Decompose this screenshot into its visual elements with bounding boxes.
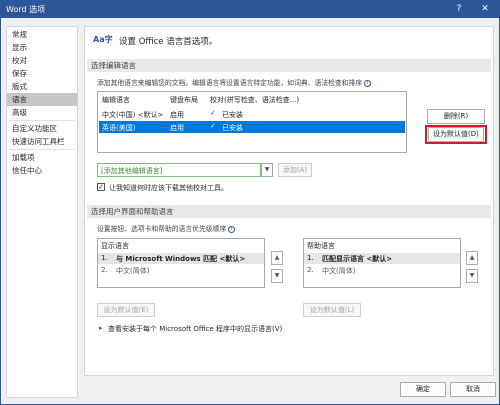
row-keyboard: 启用 [170, 111, 184, 119]
sidebar-item-addins[interactable]: 加载项 [7, 151, 77, 164]
display-description: 设置按钮、选项卡和帮助的语言优先级顺序 i [97, 223, 236, 233]
sidebar-item-proofing[interactable]: 校对 [7, 54, 77, 67]
help-list-header: 帮助语言 [307, 242, 335, 250]
list-item-number: 1. [101, 254, 108, 262]
sidebar: 常规 显示 校对 保存 版式 语言 高级 自定义功能区 快速访问工具栏 加载项 … [6, 26, 78, 398]
list-item[interactable]: 2. 中文(简体) [304, 265, 460, 276]
proofing-check-icon: ✓ [210, 109, 216, 117]
set-default-editing-button[interactable]: 设为默认值(D) [428, 127, 484, 142]
list-item-number: 1. [307, 254, 314, 262]
list-item-number: 2. [101, 266, 108, 274]
sidebar-item-trust-center[interactable]: 信任中心 [7, 164, 77, 177]
editing-description: 添加其他语言来编辑您的文档。编辑语言将设置语言特定功能，如词典、语法检查和排序 … [97, 77, 489, 87]
view-display-languages-link[interactable]: 查看安装于每个 Microsoft Office 程序中的显示语言(V) [108, 324, 282, 334]
row-proofing: 已安装 [222, 124, 243, 132]
add-language-button[interactable]: 添加(A) [278, 163, 312, 177]
content-panel: Aa字 设置 Office 语言首选项。 选择编辑语言 添加其他语言来编辑您的文… [84, 26, 494, 376]
sidebar-item-save[interactable]: 保存 [7, 67, 77, 80]
proofing-check-icon: ✓ [210, 122, 216, 130]
download-proofing-label: 让我知道何时应该下载其他校对工具。 [109, 184, 228, 192]
sidebar-item-advanced[interactable]: 高级 [7, 106, 77, 119]
row-proofing: 已安装 [222, 111, 243, 119]
title-bar [0, 0, 500, 18]
page-title: 设置 Office 语言首选项。 [119, 37, 218, 47]
list-item-number: 2. [307, 266, 314, 274]
table-row-selected[interactable]: 英语(美国) 启用 ✓ 已安装 [99, 121, 405, 133]
list-item-label: 匹配显示语言 <默认> [322, 255, 393, 263]
info-icon[interactable]: i [364, 79, 372, 87]
move-down-display-button[interactable]: ▼ [271, 269, 283, 283]
sidebar-item-display[interactable]: 显示 [7, 41, 77, 54]
list-item[interactable]: 2. 中文(简体) [98, 265, 264, 276]
language-icon: Aa字 [93, 35, 113, 44]
sidebar-item-language[interactable]: 语言 [7, 93, 77, 106]
sidebar-item-customize-ribbon[interactable]: 自定义功能区 [7, 122, 77, 135]
column-header-proofing[interactable]: 校对(拼写检查、语法检查...) [210, 95, 299, 105]
set-default-help-button[interactable]: 设为默认值(L) [303, 303, 361, 317]
move-up-help-button[interactable]: ▲ [466, 251, 478, 265]
close-button[interactable]: ✕ [474, 0, 496, 18]
column-header-keyboard[interactable]: 键盘布局 [170, 95, 198, 105]
set-default-display-button[interactable]: 设为默认值(E) [97, 303, 155, 317]
row-language: 英语(美国) [102, 124, 136, 132]
info-icon[interactable]: i [228, 225, 236, 233]
display-list-header: 显示语言 [101, 242, 129, 250]
sidebar-item-general[interactable]: 常规 [7, 28, 77, 41]
add-language-combo-text: [添加其他编辑语言] [101, 167, 163, 175]
window-title: Word 选项 [6, 5, 46, 14]
row-language: 中文(中国) <默认> [102, 111, 164, 119]
help-language-list: 帮助语言 1. 匹配显示语言 <默认> 2. 中文(简体) [303, 238, 461, 288]
delete-button[interactable]: 删除(R) [427, 109, 485, 124]
move-up-display-button[interactable]: ▲ [271, 251, 283, 265]
editing-language-table: 编辑语言 键盘布局 校对(拼写检查、语法检查...) 中文(中国) <默认> 启… [97, 91, 407, 153]
display-description-text: 设置按钮、选项卡和帮助的语言优先级顺序 [97, 225, 227, 233]
section-title-display: 选择用户界面和帮助语言 [87, 205, 491, 218]
cancel-button[interactable]: 取消 [450, 382, 496, 397]
list-item-label: 中文(简体) [322, 267, 356, 275]
sidebar-item-quick-access[interactable]: 快速访问工具栏 [7, 135, 77, 148]
move-down-help-button[interactable]: ▼ [466, 269, 478, 283]
row-keyboard: 启用 [170, 124, 184, 132]
editing-description-text: 添加其他语言来编辑您的文档。编辑语言将设置语言特定功能，如词典、语法检查和排序 [97, 79, 363, 87]
ok-button[interactable]: 确定 [400, 382, 446, 397]
section-title-editing: 选择编辑语言 [87, 59, 491, 72]
help-button[interactable]: ? [448, 0, 470, 18]
column-header-language[interactable]: 编辑语言 [102, 95, 130, 105]
sidebar-item-layout[interactable]: 版式 [7, 80, 77, 93]
sidebar-divider [9, 120, 75, 121]
list-item-label: 与 Microsoft Windows 匹配 <默认> [116, 255, 246, 263]
download-proofing-checkbox[interactable]: ✓ [97, 183, 105, 191]
list-item[interactable]: 1. 匹配显示语言 <默认> [304, 253, 460, 264]
table-row[interactable]: 中文(中国) <默认> 启用 ✓ 已安装 [98, 108, 406, 120]
list-item[interactable]: 1. 与 Microsoft Windows 匹配 <默认> [98, 253, 264, 264]
display-language-list: 显示语言 1. 与 Microsoft Windows 匹配 <默认> 2. 中… [97, 238, 265, 288]
expander-arrow-icon[interactable]: ▸ [99, 324, 103, 332]
add-language-combo[interactable]: [添加其他编辑语言] [97, 163, 261, 177]
list-item-label: 中文(简体) [116, 267, 150, 275]
combo-arrow-icon[interactable]: ▼ [261, 163, 273, 177]
sidebar-divider [9, 149, 75, 150]
